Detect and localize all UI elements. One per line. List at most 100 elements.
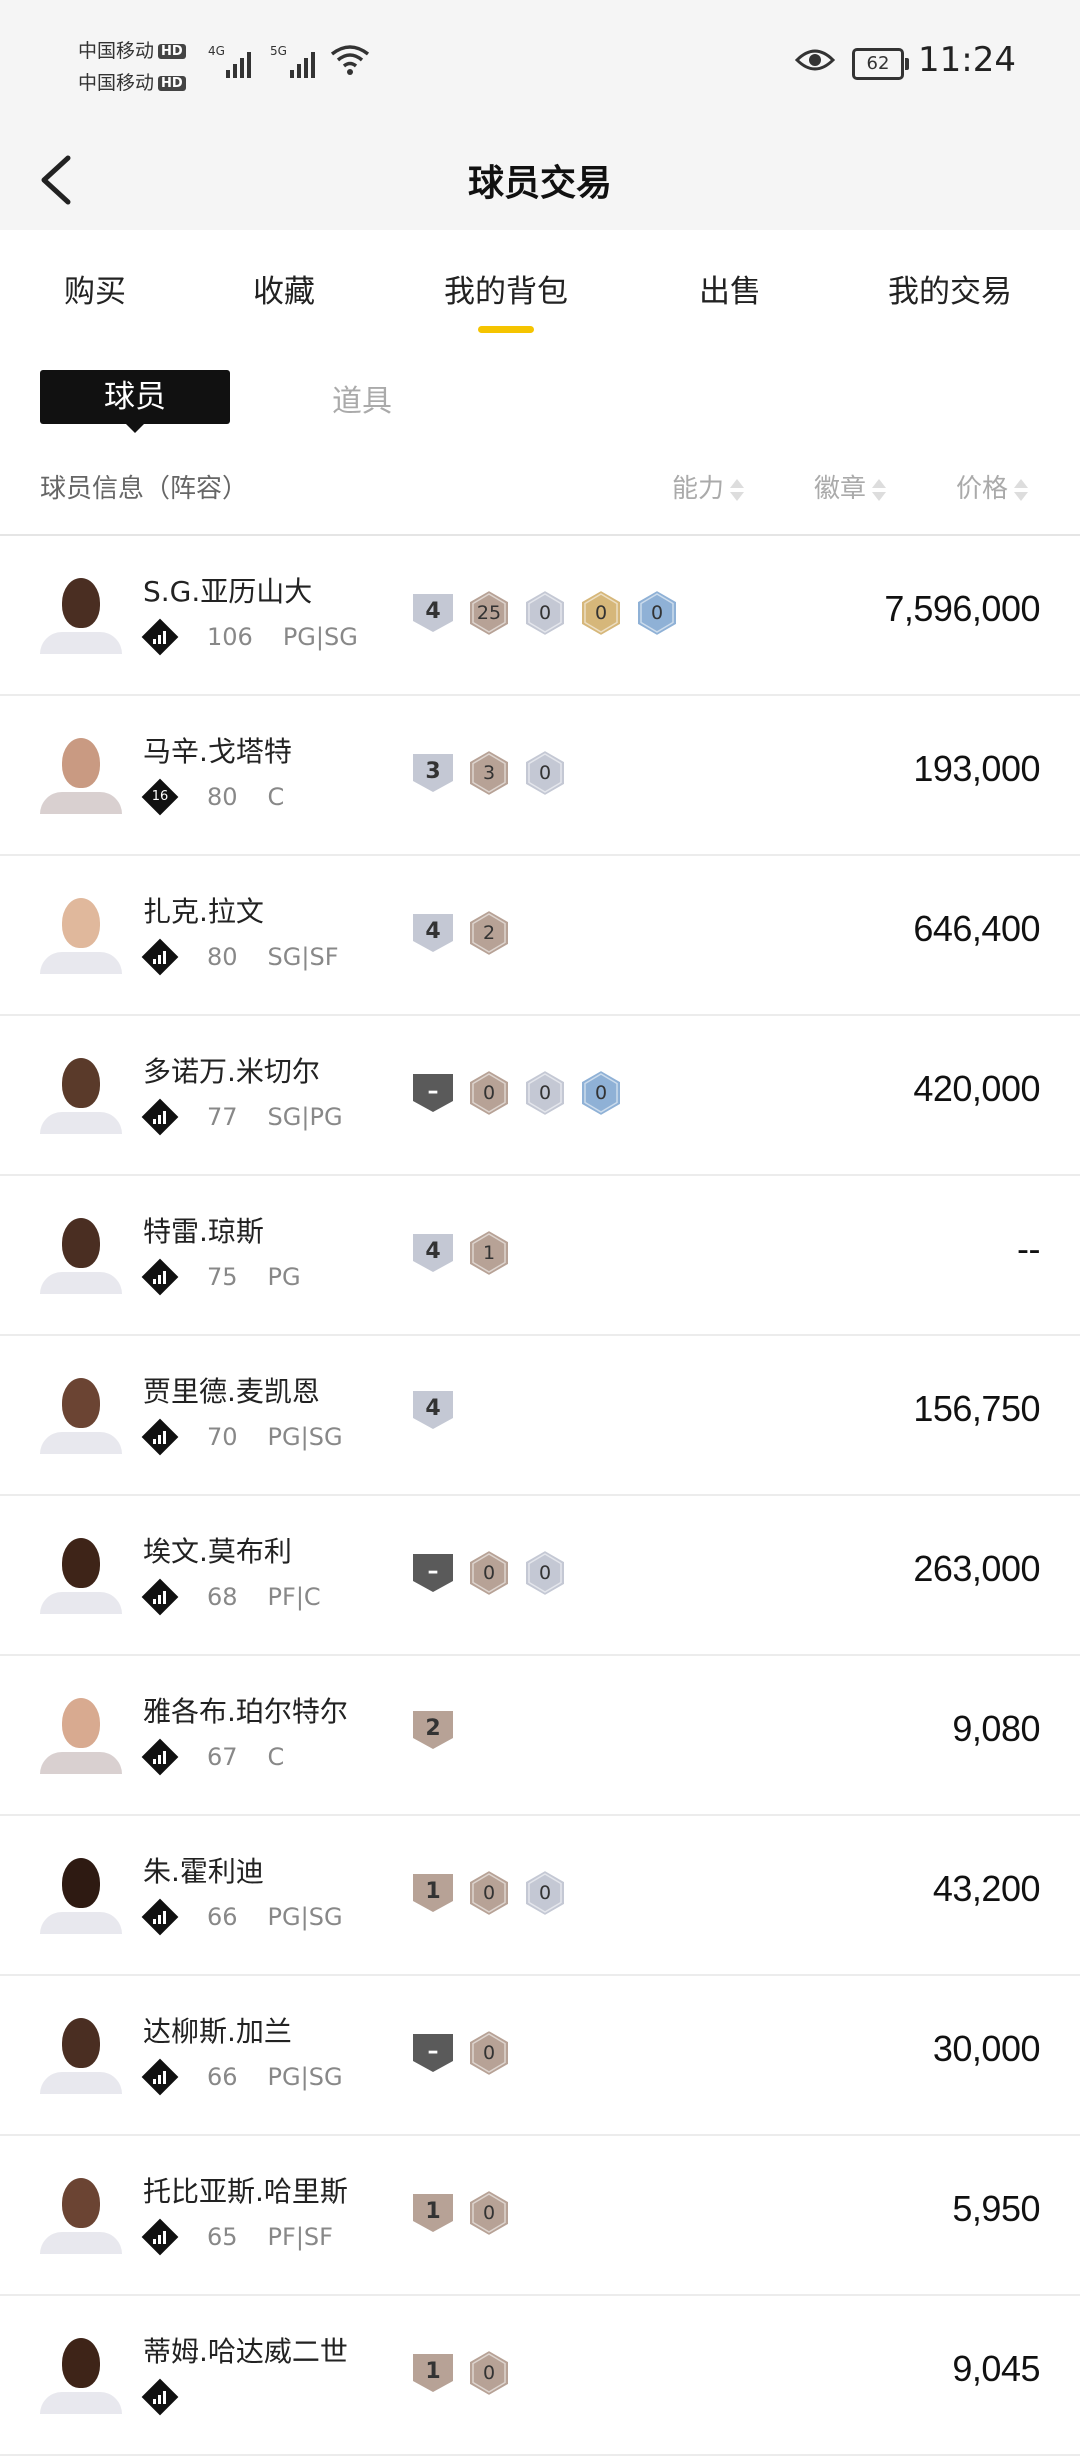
player-row[interactable]: S.G.亚历山大 106 PG|SG 4 25 0 0 0 7,596,000 (0, 536, 1080, 696)
carrier-label-2: 中国移动 HD (78, 68, 186, 95)
badge-hex-icon: 0 (522, 588, 568, 638)
player-rating: 80 (207, 783, 238, 811)
player-name: 埃文.莫布利 (143, 1535, 292, 1568)
player-row[interactable]: 埃文.莫布利 68 PF|C – 0 0 263,000 (0, 1496, 1080, 1656)
carrier-label-1: 中国移动 HD (78, 36, 186, 63)
player-badges: 41 (410, 1228, 512, 1278)
tier-bars-icon (141, 1098, 179, 1136)
player-row[interactable]: 贾里德.麦凯恩 70 PG|SG 4 156,750 (0, 1336, 1080, 1496)
badge-count: 2 (482, 922, 496, 944)
player-row[interactable]: 扎克.拉文 80 SG|SF 4 2 646,400 (0, 856, 1080, 1016)
column-badge[interactable]: 徽章 (814, 468, 887, 505)
subtab-players[interactable]: 球员 (40, 370, 230, 424)
badge-count: 0 (538, 1562, 552, 1584)
column-player-info: 球员信息（阵容） (40, 474, 249, 504)
player-meta: 75 PG (141, 1258, 301, 1296)
player-meta: 67 C (141, 1738, 285, 1776)
player-price: 646,400 (913, 908, 1040, 949)
player-row[interactable]: 雅各布.珀尔特尔 67 C 2 9,080 (0, 1656, 1080, 1816)
badge-hex-icon: 0 (522, 1068, 568, 1118)
main-tabs: 购买 收藏 我的背包 出售 我的交易 (0, 230, 1080, 340)
player-position: PF|SF (267, 2223, 333, 2251)
player-badges: 10 (410, 2348, 512, 2398)
player-row[interactable]: 马辛.戈塔特 16 80 C 3 3 0 193,000 (0, 696, 1080, 856)
title-bar: 球员交易 (0, 130, 1080, 230)
player-badges: 42 (410, 908, 512, 958)
badge-hex-icon: 0 (466, 1868, 512, 1918)
ability-shield-icon: 4 (410, 1231, 456, 1275)
badge-count: 0 (482, 1082, 496, 1104)
player-price: 420,000 (913, 1068, 1040, 1109)
badge-hex-icon: 3 (466, 748, 512, 798)
badge-hex-icon: 0 (578, 588, 624, 638)
player-price: 30,000 (932, 2028, 1041, 2069)
player-rating: 66 (207, 2063, 238, 2091)
player-name: 贾里德.麦凯恩 (143, 1375, 320, 1408)
battery-icon: 62 (852, 48, 909, 80)
player-price: 43,200 (932, 1868, 1041, 1909)
player-position: PF|C (267, 1583, 321, 1611)
player-row[interactable]: 多诺万.米切尔 77 SG|PG – 0 0 0 420,000 (0, 1016, 1080, 1176)
player-rating: 80 (207, 943, 238, 971)
eye-icon (795, 49, 835, 71)
ability-shield-icon: – (410, 1071, 456, 1115)
sort-icon (872, 478, 887, 502)
subtab-items[interactable]: 道具 (332, 376, 392, 420)
tier-number: 16 (151, 789, 169, 804)
sort-icon (1014, 478, 1029, 502)
player-row[interactable]: 蒂姆.哈达威二世 1 0 9,045 (0, 2296, 1080, 2456)
player-avatar (40, 1532, 122, 1614)
player-rating: 70 (207, 1423, 238, 1451)
subtab-pointer (125, 423, 145, 433)
ability-level: 1 (425, 2198, 441, 2224)
player-position: SG|SF (267, 943, 339, 971)
badge-count: 0 (538, 602, 552, 624)
tab-buy[interactable]: 购买 (64, 266, 126, 311)
tab-my-trades[interactable]: 我的交易 (888, 266, 1012, 311)
ability-level: 4 (425, 1238, 441, 1264)
player-name: 蒂姆.哈达威二世 (143, 2335, 348, 2368)
column-price[interactable]: 价格 (956, 468, 1029, 505)
player-badges: 4 25 0 0 0 (410, 588, 680, 638)
player-row[interactable]: 达柳斯.加兰 66 PG|SG –0 30,000 (0, 1976, 1080, 2136)
ability-level: 3 (425, 758, 441, 784)
tab-my-backpack[interactable]: 我的背包 (444, 266, 568, 311)
badge-count: 1 (482, 1242, 496, 1264)
signal-icon-1 (226, 46, 251, 78)
tier-bars-icon (141, 2058, 179, 2096)
badge-count: 0 (538, 1082, 552, 1104)
active-tab-indicator (478, 326, 534, 333)
badge-count: 0 (538, 762, 552, 784)
tier-bars-icon (141, 2378, 179, 2416)
player-rating: 75 (207, 1263, 238, 1291)
player-meta: 65 PF|SF (141, 2218, 333, 2256)
player-meta: 106 PG|SG (141, 618, 358, 656)
player-meta: 66 PG|SG (141, 1898, 343, 1936)
badge-hex-icon: 0 (578, 1068, 624, 1118)
status-bar: 中国移动 HD 中国移动 HD 4G 5G 62 11:24 (0, 0, 1080, 130)
player-avatar (40, 2012, 122, 2094)
ability-shield-icon: – (410, 1551, 456, 1595)
player-meta (141, 2378, 237, 2416)
player-rating: 77 (207, 1103, 238, 1131)
player-position: C (267, 1743, 285, 1771)
player-price: 9,045 (952, 2348, 1040, 2389)
player-row[interactable]: 朱.霍利迪 66 PG|SG 1 0 0 43,200 (0, 1816, 1080, 1976)
tier-bars-icon (141, 1738, 179, 1776)
badge-hex-icon: 0 (466, 2028, 512, 2078)
tab-sell[interactable]: 出售 (699, 266, 761, 311)
player-meta: 80 SG|SF (141, 938, 339, 976)
sort-icon (730, 478, 745, 502)
player-price: 9,080 (952, 1708, 1040, 1749)
player-row[interactable]: 托比亚斯.哈里斯 65 PF|SF 1 0 5,950 (0, 2136, 1080, 2296)
player-avatar (40, 2332, 122, 2414)
player-name: 雅各布.珀尔特尔 (143, 1695, 348, 1728)
badge-hex-icon: 0 (466, 2188, 512, 2238)
column-ability[interactable]: 能力 (672, 468, 745, 505)
player-row[interactable]: 特雷.琼斯 75 PG 4 1 -- (0, 1176, 1080, 1336)
tab-favorites[interactable]: 收藏 (253, 266, 315, 311)
badge-hex-icon: 2 (466, 908, 512, 958)
badge-count: 0 (594, 1082, 608, 1104)
ability-shield-icon: 1 (410, 2351, 456, 2395)
player-name: 扎克.拉文 (143, 895, 264, 928)
